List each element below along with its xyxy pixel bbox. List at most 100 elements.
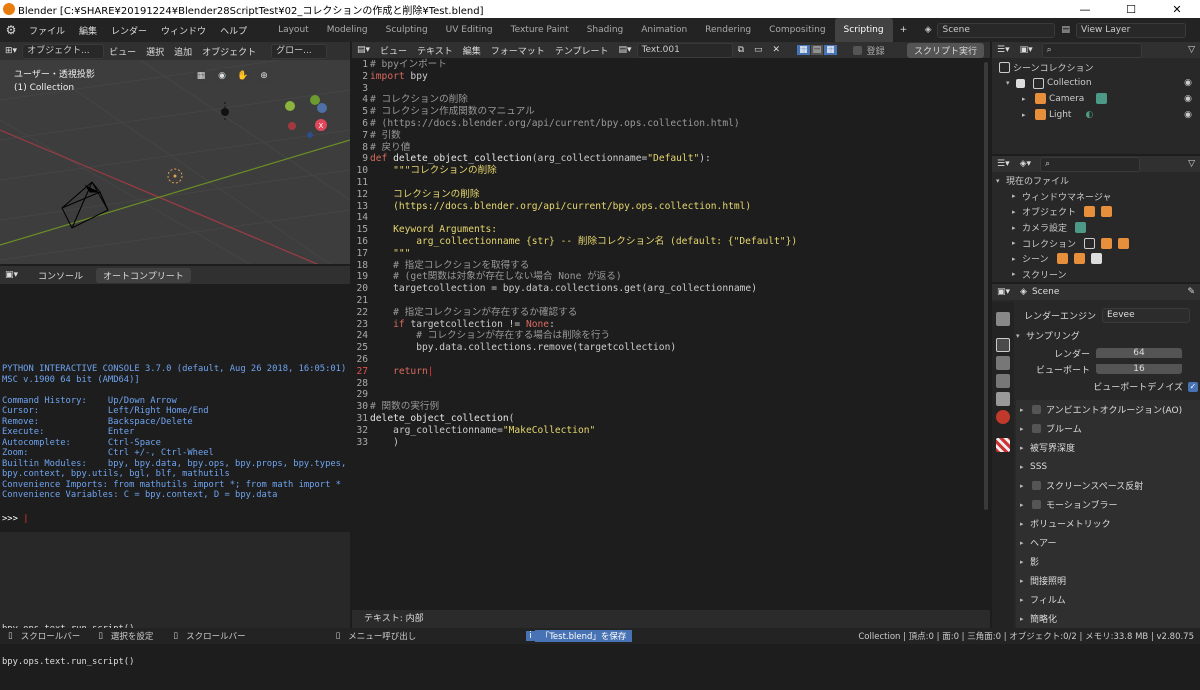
tab-layout[interactable]: Layout [269, 18, 318, 42]
text-editor-type-icon[interactable]: ▤▾ [352, 45, 375, 55]
property-panel-header[interactable]: ▸ モーションブラー [1016, 495, 1200, 514]
maximize-button[interactable]: ☐ [1108, 3, 1154, 16]
panel-expand-icon[interactable]: ▸ [1020, 501, 1030, 509]
file-outliner-type-icon[interactable]: ☰▾ [992, 159, 1015, 169]
property-panel-header[interactable]: ▸ ボリューメトリック [1016, 514, 1200, 533]
property-panel-header[interactable]: ▸ フィルム [1016, 590, 1200, 609]
property-panel-header[interactable]: ▸ ブルーム [1016, 419, 1200, 438]
navigation-gizmo[interactable]: X [278, 90, 332, 140]
file-item[interactable]: ▸ オブジェクト [996, 204, 1200, 220]
text-menu-edit[interactable]: 編集 [458, 44, 486, 57]
add-workspace-button[interactable]: + [893, 25, 915, 35]
view-layer-selector[interactable]: View Layer [1076, 22, 1186, 38]
tool-tab-icon[interactable] [996, 312, 1010, 326]
property-panel-header[interactable]: ▸ 影 [1016, 552, 1200, 571]
python-console[interactable]: ▣▾ コンソール オートコンプリート PYTHON INTERACTIVE CO… [0, 266, 350, 530]
outliner-filter-icon[interactable]: ▽ [1183, 45, 1200, 55]
panel-expand-icon[interactable]: ▸ [1020, 577, 1030, 585]
menu-window[interactable]: ウィンドウ [154, 24, 213, 37]
tab-rendering[interactable]: Rendering [696, 18, 760, 42]
tab-modeling[interactable]: Modeling [318, 18, 377, 42]
expand-icon[interactable]: ▸ [1012, 255, 1022, 263]
file-item[interactable]: ▸ スクリーン [996, 267, 1200, 282]
property-panel-header[interactable]: ▸ ヘアー [1016, 533, 1200, 552]
scene-selector[interactable]: Scene [937, 22, 1056, 38]
panel-expand-icon[interactable]: ▸ [1020, 520, 1030, 528]
file-outliner-filter-icon[interactable]: ▽ [1183, 159, 1200, 169]
expand-icon[interactable]: ▾ [1006, 79, 1016, 87]
viewport-menu-object[interactable]: オブジェクト [197, 45, 261, 58]
panel-expand-icon[interactable]: ▸ [1020, 615, 1030, 623]
panel-expand-icon[interactable]: ▸ [1020, 463, 1030, 471]
text-datablock-name[interactable]: Text.001 [636, 42, 733, 58]
word-wrap-toggle-icon[interactable]: ▤ [810, 45, 824, 55]
info-editor[interactable]: bpy.ops.text.run_script() bpy.ops.text.r… [0, 532, 350, 667]
expand-icon[interactable]: ▸ [1012, 224, 1022, 232]
editor-type-icon[interactable]: ⊞▾ [0, 46, 22, 56]
run-script-button[interactable]: スクリプト実行 [906, 42, 984, 58]
new-text-icon[interactable]: ⧉ [733, 45, 749, 55]
property-panel-header[interactable]: ▸ アンビエントオクルージョン(AO) [1016, 400, 1200, 419]
blender-logo-icon[interactable]: ⚙ [0, 23, 22, 37]
text-menu-templates[interactable]: テンプレート [550, 44, 614, 57]
blend-file-outliner[interactable]: ☰▾ ◈▾ ⌕ ▽ ▾ 現在のファイル ▸ ウィンドウマネージャ ▸ オブジェクト ▸… [992, 156, 1200, 282]
viewport-menu-view[interactable]: ビュー [104, 45, 141, 58]
outliner-item-light[interactable]: ▸ Light ◐ ◉ [996, 107, 1200, 123]
hand-pan-icon[interactable]: ✋ [235, 68, 251, 84]
texture-tab-icon[interactable] [996, 438, 1010, 452]
menu-file[interactable]: ファイル [22, 24, 72, 37]
render-engine-select[interactable]: Eevee [1102, 307, 1190, 323]
expand-icon[interactable]: ▸ [1012, 239, 1022, 247]
property-panel-header[interactable]: ▸ スクリーンスペース反射 [1016, 476, 1200, 495]
sampling-panel-header[interactable]: ▾ サンプリング [1016, 326, 1200, 345]
viewport-menu-add[interactable]: 追加 [169, 45, 197, 58]
tab-texture-paint[interactable]: Texture Paint [502, 18, 578, 42]
unlink-text-icon[interactable]: ✕ [768, 45, 786, 55]
tab-shading[interactable]: Shading [578, 18, 633, 42]
camera-view-icon[interactable]: ◉ [214, 68, 230, 84]
property-panel-header[interactable]: ▸ 被写界深度 [1016, 438, 1200, 457]
panel-checkbox[interactable] [1032, 424, 1041, 433]
outliner-item-collection[interactable]: ▾ Collection ◉ [996, 76, 1200, 92]
output-tab-icon[interactable] [996, 356, 1010, 370]
panel-expand-icon[interactable]: ▸ [1020, 596, 1030, 604]
property-panel-header[interactable]: ▸ 簡略化 [1016, 609, 1200, 628]
expand-icon[interactable]: ▸ [1022, 95, 1032, 103]
collection-checkbox[interactable] [1016, 78, 1025, 88]
expand-icon[interactable]: ▾ [996, 177, 1006, 185]
view-layer-tab-icon[interactable] [996, 374, 1010, 388]
expand-icon[interactable]: ▸ [1022, 111, 1032, 119]
outliner-scene-collection[interactable]: シーンコレクション [996, 60, 1200, 76]
world-tab-icon[interactable] [996, 410, 1010, 424]
outliner-editor-type-icon[interactable]: ☰▾ [992, 45, 1015, 55]
minimize-button[interactable]: — [1062, 3, 1108, 16]
open-text-icon[interactable]: ▭ [749, 45, 768, 55]
expand-icon[interactable]: ▸ [1012, 270, 1022, 278]
panel-checkbox[interactable] [1032, 481, 1041, 490]
orientation-selector[interactable]: グロー... [271, 43, 328, 59]
panel-checkbox[interactable] [1032, 405, 1041, 414]
outliner-search-input[interactable]: ⌕ [1041, 42, 1142, 58]
expand-icon[interactable]: ▸ [1012, 208, 1022, 216]
viewport-samples-field[interactable]: 16 [1096, 364, 1182, 374]
viewport-denoise-checkbox[interactable]: ✓ [1188, 381, 1198, 392]
properties-editor[interactable]: ▣▾ ◈ Scene ✎ レンダーエンジン Eevee ▾ サンプリング レンダー… [992, 284, 1200, 628]
tab-animation[interactable]: Animation [632, 18, 696, 42]
text-menu-text[interactable]: テキスト [412, 44, 458, 57]
register-checkbox[interactable] [852, 45, 862, 55]
line-numbers-toggle-icon[interactable]: ▦ [797, 45, 810, 55]
text-menu-format[interactable]: フォーマット [486, 44, 550, 57]
visibility-eye-icon[interactable]: ◉ [1184, 110, 1192, 120]
panel-expand-icon[interactable]: ▸ [1020, 482, 1030, 490]
zoom-icon[interactable]: ⊕ [256, 68, 272, 84]
console-editor-type-icon[interactable]: ▣▾ [0, 270, 23, 280]
menu-edit[interactable]: 編集 [72, 24, 104, 37]
pin-icon[interactable]: ✎ [1182, 287, 1200, 297]
scene-tab-icon[interactable] [996, 392, 1010, 406]
grid-view-icon[interactable]: ▦ [193, 68, 209, 84]
viewport-menu-select[interactable]: 選択 [141, 45, 169, 58]
file-item[interactable]: ▸ ウィンドウマネージャ [996, 189, 1200, 205]
expand-icon[interactable]: ▸ [1012, 192, 1022, 200]
mode-selector[interactable]: オブジェクト... [22, 43, 105, 59]
properties-editor-type-icon[interactable]: ▣▾ [992, 287, 1015, 297]
